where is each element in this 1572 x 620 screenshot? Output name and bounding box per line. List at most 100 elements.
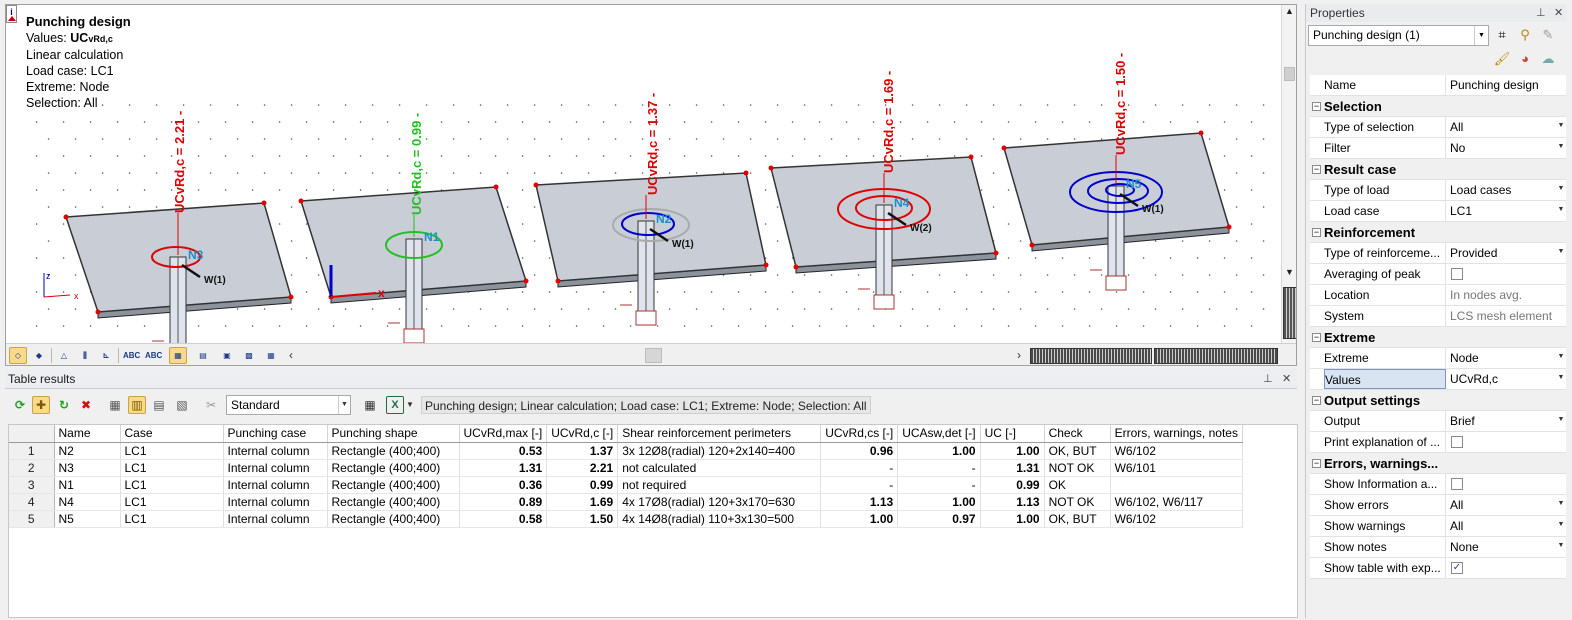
property-value[interactable]: LC1 (1447, 201, 1557, 221)
grid-view-button[interactable]: ▩ (240, 347, 258, 364)
table-cell-case[interactable]: LC1 (120, 476, 224, 494)
property-row[interactable]: Show errors All ▼ (1310, 495, 1566, 516)
row-number[interactable]: 4 (9, 493, 55, 511)
select-elements-icon[interactable]: ⌗ (1493, 26, 1511, 44)
property-value[interactable]: No (1447, 138, 1557, 158)
table-cell-shape[interactable]: Rectangle (400;400) (327, 493, 460, 511)
table-cell-ucasw[interactable]: 0.97 (897, 510, 981, 528)
table-layout-icon[interactable]: ▦ (106, 396, 124, 414)
table-preset-select[interactable]: Standard ▼ (226, 395, 351, 415)
scroll-right-icon[interactable]: › (1017, 348, 1021, 362)
collapse-icon[interactable]: − (1312, 396, 1321, 405)
render-icon[interactable]: ☁ (1539, 50, 1557, 68)
collapse-icon[interactable]: − (1312, 102, 1321, 111)
table-cell-uc[interactable]: 1.31 (980, 459, 1045, 477)
collapse-icon[interactable]: − (1312, 459, 1321, 468)
table-cell-uc[interactable]: 1.13 (980, 493, 1045, 511)
chevron-down-icon[interactable]: ▼ (1556, 374, 1566, 381)
table-cell-uccs[interactable]: - (820, 459, 899, 477)
table-cell-uc[interactable]: 1.00 (980, 442, 1045, 460)
table-cell-ucmax[interactable]: 1.31 (459, 459, 548, 477)
property-row[interactable]: Extreme Node ▼ (1310, 348, 1566, 369)
property-value[interactable]: Provided (1447, 243, 1557, 263)
table-cell-shear[interactable]: not calculated (617, 459, 822, 477)
table-cell-ucmax[interactable]: 0.36 (459, 476, 548, 494)
property-row[interactable]: Output Brief ▼ (1310, 411, 1566, 432)
property-group[interactable]: − Extreme (1310, 327, 1566, 348)
property-row[interactable]: Type of selection All ▼ (1310, 117, 1566, 138)
supports-view-button[interactable]: △ (55, 347, 73, 364)
property-row[interactable]: Show notes None ▼ (1310, 537, 1566, 558)
results-table-container[interactable]: Name Case Punching case Punching shape UCvRd… (8, 424, 1298, 618)
table-cell-ucmax[interactable]: 0.53 (459, 442, 548, 460)
labels-abc-alt-button[interactable]: ABC (144, 347, 162, 364)
table-cell-ucmax[interactable]: 0.58 (459, 510, 548, 528)
table-row[interactable]: 2 N3 LC1 Internal column Rectangle (400;400)… (9, 459, 1243, 477)
table-cell-case[interactable]: LC1 (120, 510, 224, 528)
table-cell-ucasw[interactable]: - (897, 459, 981, 477)
table-cell-ucc[interactable]: 1.50 (546, 510, 619, 528)
property-value[interactable]: In nodes avg. (1447, 285, 1557, 305)
chevron-down-icon[interactable]: ▼ (1556, 248, 1566, 255)
refresh-icon[interactable]: ⟳ (11, 396, 29, 414)
column-header[interactable]: Shear reinforcement perimeters (617, 425, 822, 443)
property-row[interactable]: System LCS mesh element (1310, 306, 1566, 327)
row-number[interactable]: 5 (9, 510, 55, 528)
chevron-down-icon[interactable]: ▼ (1556, 122, 1566, 129)
scroll-left-icon[interactable]: ‹ (289, 348, 293, 362)
column-header[interactable]: Check (1044, 425, 1111, 443)
loads-view-button[interactable]: ⫼ (76, 347, 94, 364)
property-row[interactable]: Show table with exp... ✓ (1310, 558, 1566, 579)
model-viewport[interactable]: N3 W(1) UCvRd,c = 2.21 - N1 UCvRd,c = 0.99 -… (5, 4, 1297, 366)
table-cell-uc[interactable]: 1.00 (980, 510, 1045, 528)
property-value[interactable]: All (1447, 117, 1557, 137)
chevron-down-icon[interactable]: ▼ (338, 396, 350, 414)
table-cell-ucasw[interactable]: - (897, 476, 981, 494)
table-grid-icon[interactable]: ▦ (361, 396, 379, 414)
table-cell-pcase[interactable]: Internal column (223, 459, 328, 477)
scroll-splitter-handle[interactable] (1283, 287, 1296, 339)
row-number[interactable]: 2 (9, 459, 55, 477)
table-cell-name[interactable]: N5 (54, 510, 121, 528)
solid-view-button[interactable]: ◆ (30, 347, 48, 364)
scene-canvas[interactable]: N3 W(1) UCvRd,c = 2.21 - N1 UCvRd,c = 0.99 -… (6, 5, 1281, 343)
table-cell-pcase[interactable]: Internal column (223, 442, 328, 460)
table-cell-shear[interactable]: not required (617, 476, 822, 494)
row-number[interactable]: 3 (9, 476, 55, 494)
results-labels-button[interactable]: ▦ (169, 347, 187, 364)
table-cell-ucc[interactable]: 2.21 (546, 459, 619, 477)
table-cell-pcase[interactable]: Internal column (223, 493, 328, 511)
table-cell-check[interactable]: OK, BUT (1044, 510, 1111, 528)
property-value[interactable]: None (1447, 537, 1557, 557)
filter-icon[interactable]: ⚲ (1516, 26, 1534, 44)
table-cell-ucc[interactable]: 0.99 (546, 476, 619, 494)
table-cell-pcase[interactable]: Internal column (223, 476, 328, 494)
table-cell-name[interactable]: N4 (54, 493, 121, 511)
pin-icon[interactable]: ⊥ (1536, 4, 1546, 22)
table-cell-shape[interactable]: Rectangle (400;400) (327, 459, 460, 477)
splitter-handle-right[interactable] (1154, 348, 1278, 364)
property-value[interactable]: Node (1447, 348, 1557, 368)
filter-clear-icon[interactable]: ✂ (202, 396, 220, 414)
column-header[interactable]: UCvRd,c [-] (546, 425, 619, 443)
table-cell-shape[interactable]: Rectangle (400;400) (327, 510, 460, 528)
table-cell-notes[interactable]: W6/102 (1110, 510, 1243, 528)
table-cell-shape[interactable]: Rectangle (400;400) (327, 476, 460, 494)
property-value[interactable]: LCS mesh element (1447, 306, 1557, 326)
table-cell-ucmax[interactable]: 0.89 (459, 493, 548, 511)
property-checkbox[interactable]: ✓ (1451, 562, 1463, 574)
property-checkbox[interactable] (1451, 268, 1463, 280)
document-view-button[interactable]: ▤ (194, 347, 212, 364)
brush-icon[interactable]: 🖌 (1493, 50, 1511, 68)
table-cell-check[interactable]: NOT OK (1044, 459, 1111, 477)
table-rows-icon[interactable]: ▤ (150, 396, 168, 414)
table-cell-notes[interactable]: W6/101 (1110, 459, 1243, 477)
color-palette-icon[interactable]: ◕ (1516, 50, 1534, 68)
table-cell-pcase[interactable]: Internal column (223, 510, 328, 528)
property-value[interactable]: All (1447, 516, 1557, 536)
chevron-down-icon[interactable]: ▼ (1556, 542, 1566, 549)
table-cell-notes[interactable]: W6/102, W6/117 (1110, 493, 1243, 511)
table-row[interactable]: 1 N2 LC1 Internal column Rectangle (400;400)… (9, 442, 1243, 460)
table-cell-case[interactable]: LC1 (120, 493, 224, 511)
table-cell-uc[interactable]: 0.99 (980, 476, 1045, 494)
